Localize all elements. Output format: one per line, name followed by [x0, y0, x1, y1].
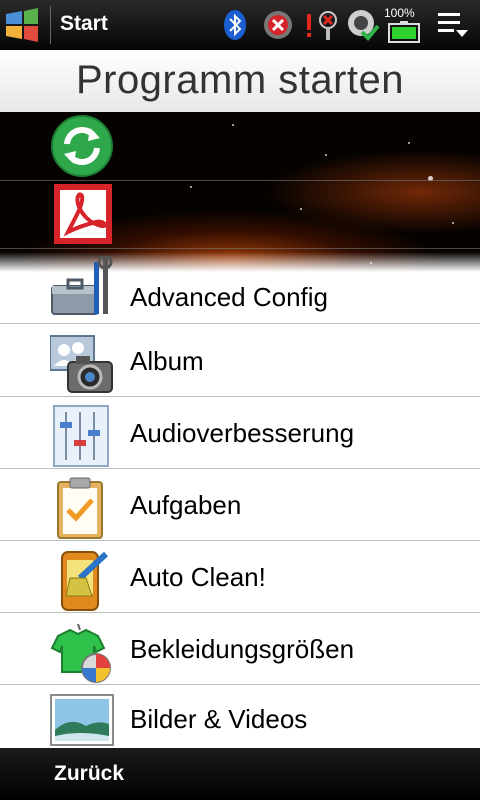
list-item[interactable]: Audioverbesserung [0, 396, 480, 469]
list-item-label: Advanced Config [130, 282, 329, 312]
shirt-icon [50, 623, 111, 683]
background-wallpaper [0, 112, 480, 272]
toolbox-icon [51, 256, 113, 315]
menu-icon[interactable] [436, 10, 470, 40]
page-header: Programm starten [0, 50, 480, 113]
list-item-label: Bekleidungsgrößen [130, 634, 355, 664]
list-item-label: Audioverbesserung [130, 418, 355, 448]
list-item[interactable]: Aufgaben [0, 468, 480, 541]
list-item[interactable] [0, 180, 480, 249]
list-item[interactable] [0, 112, 480, 181]
landscape-picture-icon [50, 694, 114, 746]
clipboard-icon [57, 477, 103, 539]
list-item-label: Album [130, 346, 204, 376]
list-item[interactable]: Bekleidungsgrößen [0, 612, 480, 685]
list-item[interactable]: Advanced Config [0, 252, 480, 324]
status-divider [50, 6, 51, 44]
notification-icon[interactable] [304, 8, 342, 42]
battery-icon[interactable] [388, 20, 422, 44]
page-title: Programm starten [75, 58, 405, 102]
battery-percent: 100% [384, 6, 415, 20]
start-title[interactable]: Start [60, 12, 108, 36]
no-signal-icon[interactable] [262, 8, 294, 42]
list-item-label: Bilder & Videos [130, 704, 308, 734]
list-item[interactable]: Album [0, 324, 480, 397]
refresh-icon [51, 115, 113, 177]
adobe-reader-icon [54, 184, 112, 244]
list-item[interactable]: Auto Clean! [0, 540, 480, 613]
broom-icon [61, 551, 109, 611]
list-item-label: Aufgaben [130, 490, 242, 520]
bluetooth-icon[interactable] [222, 8, 248, 42]
camera-album-icon [50, 335, 113, 393]
list-item-label: Auto Clean! [130, 562, 266, 592]
list-item[interactable]: Bilder & Videos [0, 684, 480, 748]
equalizer-icon [53, 405, 109, 467]
sync-icon[interactable] [346, 8, 380, 42]
status-bar: Start 100% [0, 0, 480, 50]
softkey-bar: Zurück [0, 748, 480, 800]
back-softkey[interactable]: Zurück [54, 762, 124, 786]
windows-start-icon[interactable] [4, 8, 44, 42]
